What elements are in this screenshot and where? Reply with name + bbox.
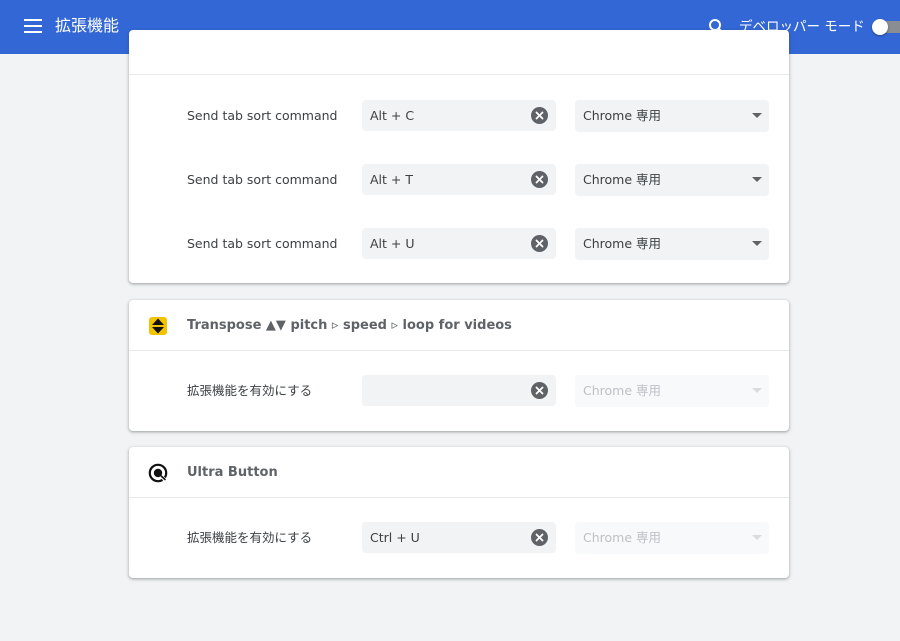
scope-dropdown[interactable]: Chrome 専用 bbox=[575, 375, 769, 407]
shortcut-row: 拡張機能を有効にする Chrome 専用 bbox=[129, 375, 789, 407]
transpose-up-down-arrows-icon bbox=[149, 317, 167, 335]
caret-down-icon bbox=[752, 113, 762, 118]
shortcut-input[interactable]: Ctrl + U bbox=[362, 522, 556, 553]
extension-card: Transpose ▲▼ pitch ▹ speed ▹ loop for vi… bbox=[129, 300, 789, 431]
shortcut-label: Send tab sort command bbox=[187, 108, 338, 123]
shortcut-input[interactable]: Alt + U bbox=[362, 228, 556, 259]
scope-value: Chrome 専用 bbox=[583, 236, 662, 251]
shortcut-label: Send tab sort command bbox=[187, 236, 338, 251]
hamburger-menu-icon[interactable] bbox=[24, 19, 42, 35]
shortcut-row: Send tab sort command Alt + U Chrome 専用 bbox=[129, 228, 789, 260]
extension-card-header: Ultra Button bbox=[129, 447, 789, 498]
shortcut-row: Send tab sort command Alt + C Chrome 専用 bbox=[129, 100, 789, 132]
caret-down-icon bbox=[752, 535, 762, 540]
extension-card: Ultra Button 拡張機能を有効にする Ctrl + U Chrome … bbox=[129, 447, 789, 578]
shortcut-value: Alt + U bbox=[370, 236, 415, 251]
shortcut-value: Alt + T bbox=[370, 172, 413, 187]
caret-down-icon bbox=[752, 241, 762, 246]
developer-mode-toggle[interactable] bbox=[872, 19, 900, 35]
ultra-button-logo-icon bbox=[148, 463, 168, 483]
shortcut-label: 拡張機能を有効にする bbox=[187, 383, 313, 398]
clear-icon[interactable] bbox=[531, 107, 548, 124]
scope-value: Chrome 専用 bbox=[583, 108, 662, 123]
scope-dropdown[interactable]: Chrome 専用 bbox=[575, 164, 769, 196]
shortcut-row: Send tab sort command Alt + T Chrome 専用 bbox=[129, 164, 789, 196]
extension-name: Transpose ▲▼ pitch ▹ speed ▹ loop for vi… bbox=[187, 318, 512, 333]
caret-down-icon bbox=[752, 177, 762, 182]
shortcut-input[interactable]: Alt + T bbox=[362, 164, 556, 195]
clear-icon[interactable] bbox=[531, 235, 548, 252]
shortcut-value: Alt + C bbox=[370, 108, 415, 123]
page-title: 拡張機能 bbox=[55, 16, 120, 35]
shortcut-label: Send tab sort command bbox=[187, 172, 338, 187]
extension-card-header: Transpose ▲▼ pitch ▹ speed ▹ loop for vi… bbox=[129, 300, 789, 351]
scope-value: Chrome 専用 bbox=[583, 383, 662, 398]
scope-value: Chrome 専用 bbox=[583, 172, 662, 187]
extension-name: Ultra Button bbox=[187, 465, 278, 480]
clear-icon[interactable] bbox=[531, 171, 548, 188]
shortcut-row: 拡張機能を有効にする Ctrl + U Chrome 専用 bbox=[129, 522, 789, 554]
shortcut-input[interactable]: Alt + C bbox=[362, 100, 556, 131]
extension-card-header bbox=[129, 30, 789, 75]
shortcut-label: 拡張機能を有効にする bbox=[187, 530, 313, 545]
caret-down-icon bbox=[752, 388, 762, 393]
clear-icon[interactable] bbox=[531, 382, 548, 399]
scope-dropdown[interactable]: Chrome 専用 bbox=[575, 100, 769, 132]
extension-card: Send tab sort command Alt + C Chrome 専用 … bbox=[129, 30, 789, 283]
shortcut-input[interactable] bbox=[362, 375, 556, 406]
scope-dropdown[interactable]: Chrome 専用 bbox=[575, 522, 769, 554]
shortcut-value: Ctrl + U bbox=[370, 530, 420, 545]
clear-icon[interactable] bbox=[531, 529, 548, 546]
scope-value: Chrome 専用 bbox=[583, 530, 662, 545]
scope-dropdown[interactable]: Chrome 専用 bbox=[575, 228, 769, 260]
